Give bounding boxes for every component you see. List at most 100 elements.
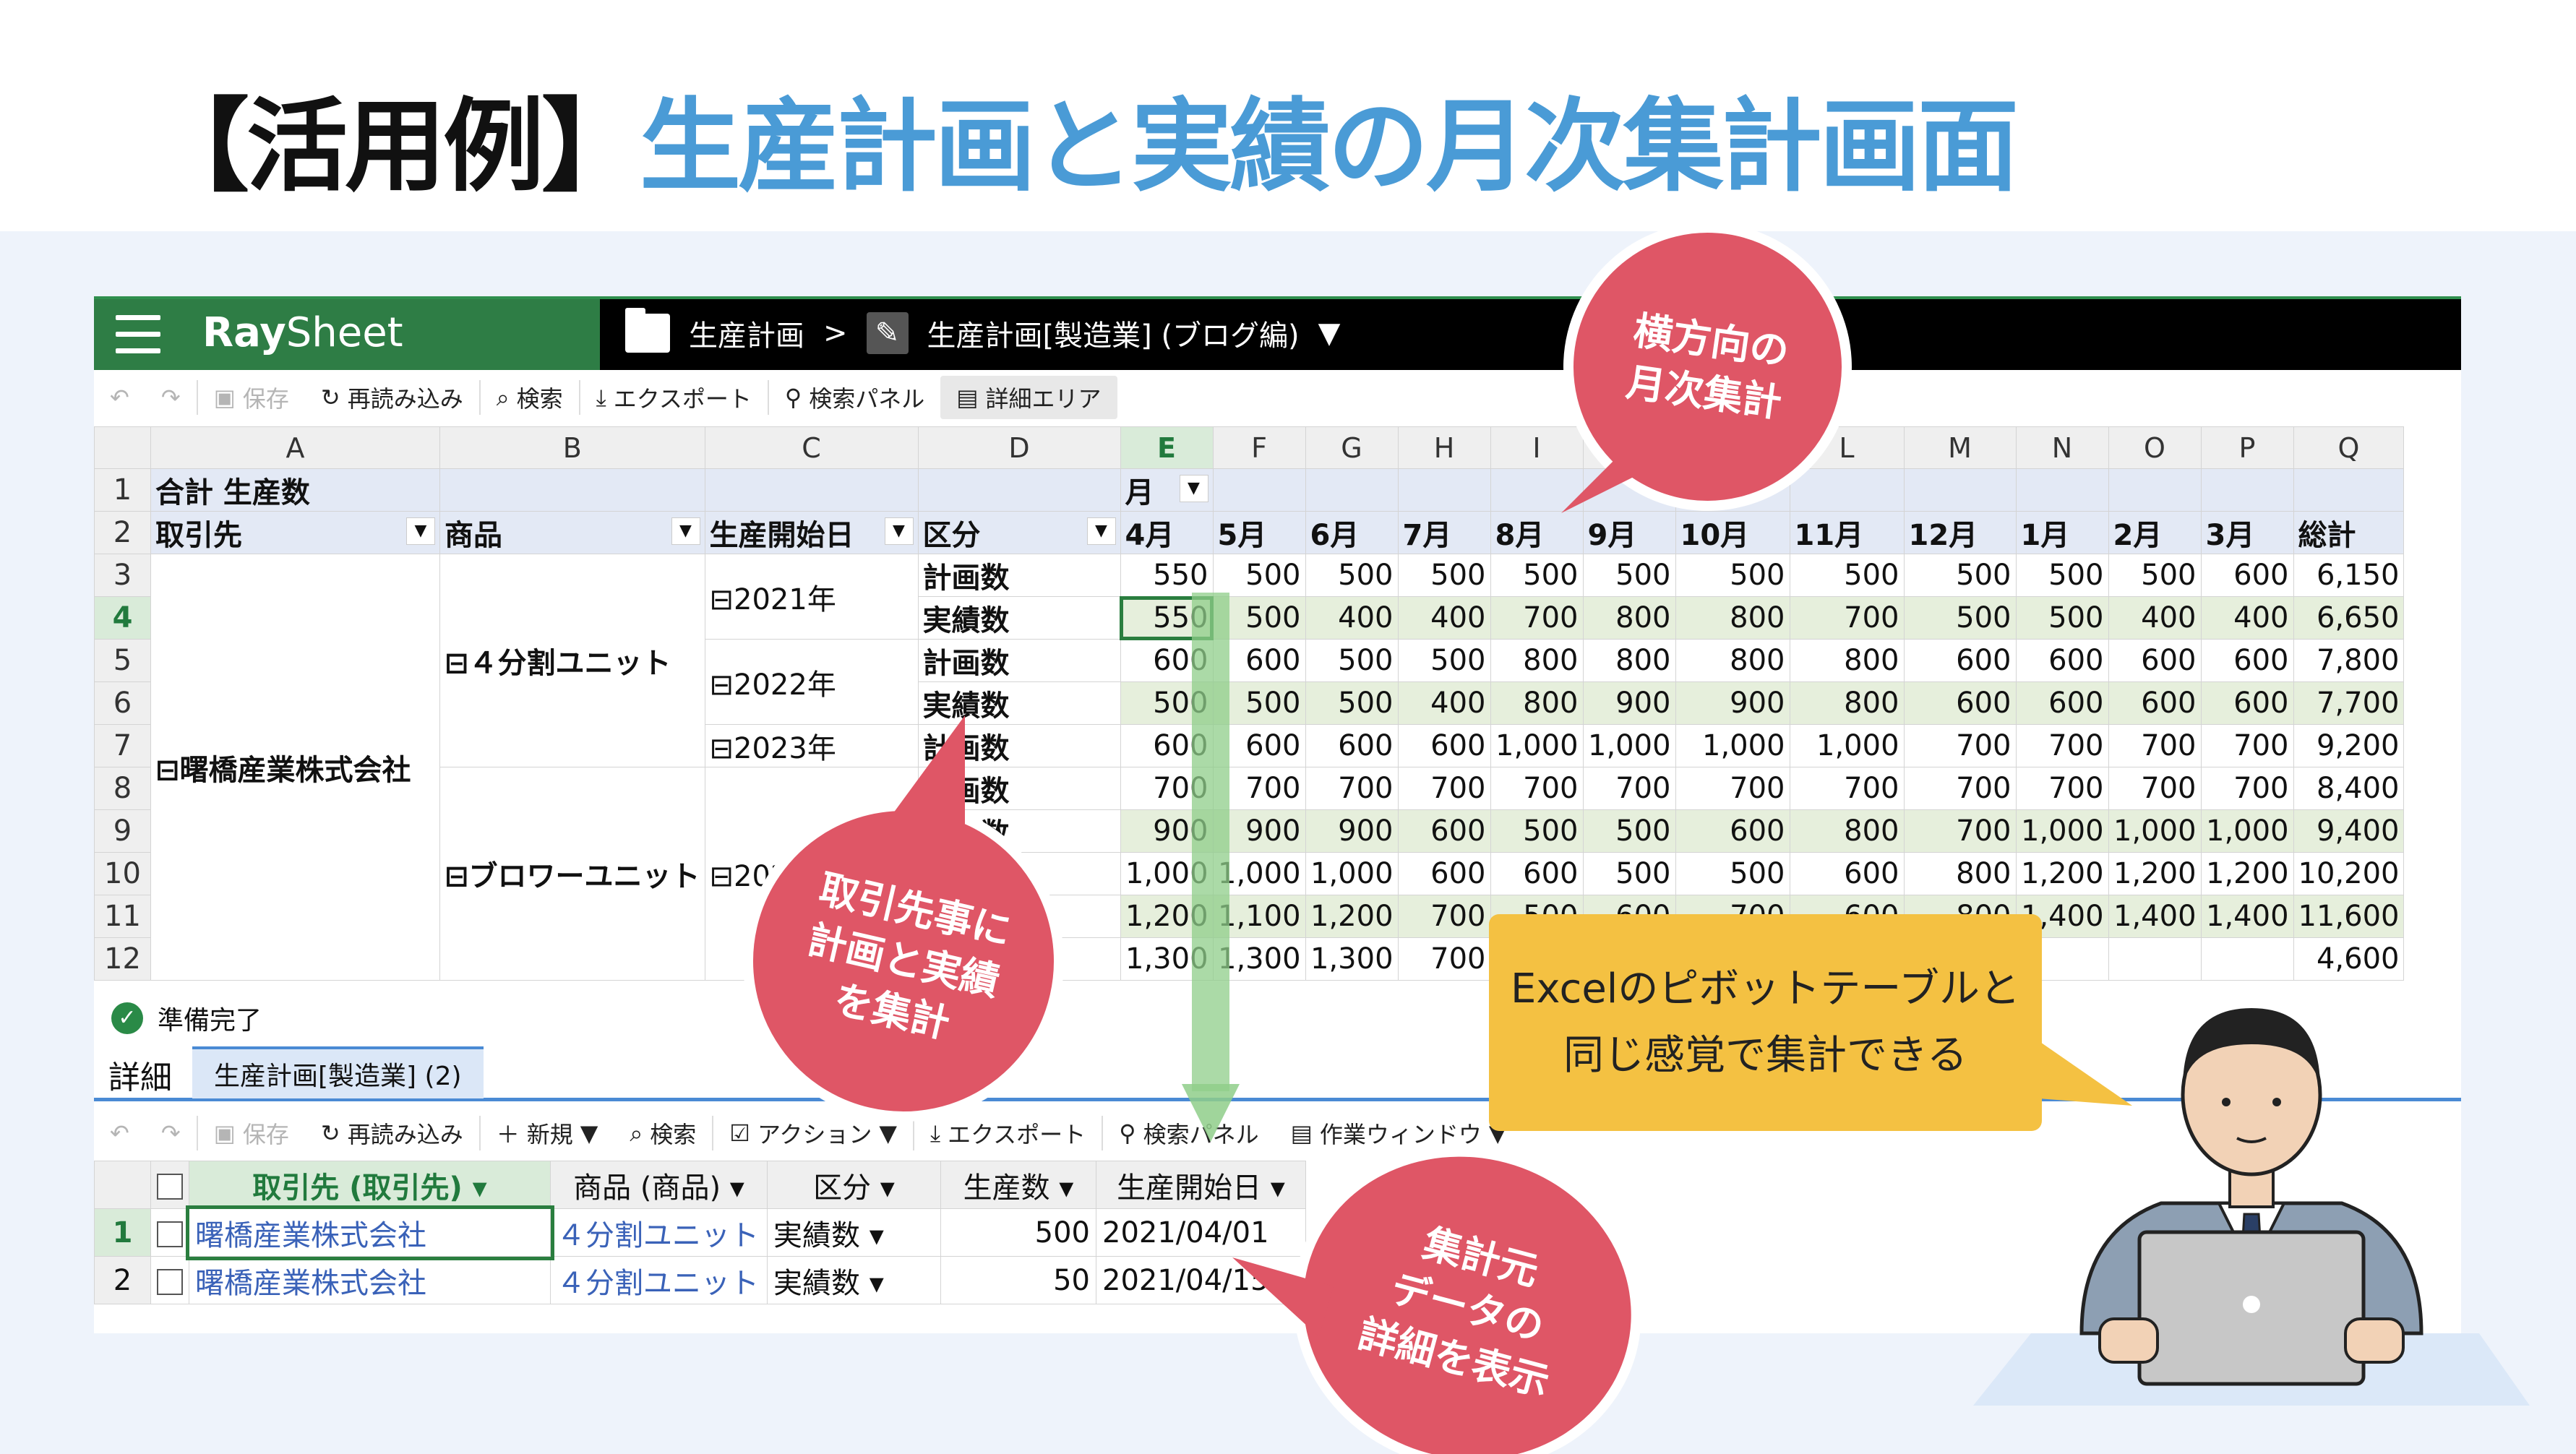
row-header[interactable]: 8: [94, 767, 151, 810]
start-date-cell[interactable]: 2021/04/01: [1096, 1208, 1306, 1257]
grid-cell[interactable]: [2200, 468, 2294, 512]
chevron-down-icon[interactable]: ▾: [721, 1171, 744, 1205]
year-cell[interactable]: ⊟2021年: [704, 554, 919, 640]
pivot-column-field[interactable]: 月 ▼: [1120, 468, 1214, 512]
value-cell[interactable]: 700: [1903, 724, 2017, 767]
value-cell[interactable]: 500: [2015, 554, 2109, 597]
value-cell[interactable]: 500: [1582, 809, 1676, 853]
dropdown-icon[interactable]: ▼: [1086, 517, 1116, 545]
value-cell[interactable]: 500: [1903, 596, 2017, 640]
column-header-N[interactable]: N: [2015, 426, 2109, 469]
search-button[interactable]: ⌕ 検索: [481, 376, 579, 419]
pivot-header[interactable]: 9月: [1582, 511, 1676, 554]
column-header-M[interactable]: M: [1903, 426, 2017, 469]
new-button[interactable]: ＋新規 ▼: [481, 1111, 614, 1155]
pivot-header[interactable]: 7月: [1397, 511, 1491, 554]
redo-button[interactable]: ↷: [145, 376, 197, 419]
pivot-grid[interactable]: ABCDEFGHIJKLMNOPQ1合計 生産数月▼2取引先▼商品▼生産開始日▼…: [94, 426, 2461, 983]
collapse-icon[interactable]: ⊟: [445, 647, 469, 680]
value-cell[interactable]: 700: [2200, 724, 2294, 767]
dropdown-icon[interactable]: ▼: [406, 517, 435, 545]
value-cell[interactable]: 700: [2108, 724, 2202, 767]
row-header[interactable]: 1: [94, 468, 151, 512]
select-all-cell[interactable]: [150, 1161, 189, 1209]
value-cell[interactable]: 500: [1675, 852, 1790, 895]
value-cell[interactable]: 700: [1397, 767, 1491, 810]
value-cell[interactable]: 500: [1490, 554, 1584, 597]
value-cell[interactable]: 500: [1397, 554, 1491, 597]
detail-table[interactable]: 取引先 (取引先) ▾ 商品 (商品) ▾ 区分 ▾ 生産数 ▾ 生産開始日 ▾ 1 曙橋産…: [94, 1161, 1306, 1304]
value-cell[interactable]: 700: [1903, 809, 2017, 853]
value-cell[interactable]: 600: [1305, 724, 1399, 767]
value-cell[interactable]: 600: [2015, 681, 2109, 725]
value-cell[interactable]: 600: [2200, 681, 2294, 725]
dropdown-icon[interactable]: ▼: [671, 517, 700, 545]
column-header[interactable]: 区分 ▾: [767, 1161, 941, 1209]
value-cell[interactable]: 500: [1305, 639, 1399, 682]
column-header-P[interactable]: P: [2200, 426, 2294, 469]
value-cell[interactable]: 900: [1582, 681, 1676, 725]
value-cell[interactable]: 500: [1490, 809, 1584, 853]
sheet-switch-caret-icon[interactable]: ▼: [1318, 317, 1341, 350]
value-cell[interactable]: 800: [1789, 681, 1905, 725]
value-cell[interactable]: 800: [1582, 639, 1676, 682]
total-cell[interactable]: 6,650: [2293, 596, 2405, 640]
export-button[interactable]: ⤓ エクスポート: [914, 1111, 1102, 1155]
value-cell[interactable]: 600: [1903, 639, 2017, 682]
value-cell[interactable]: 600: [2200, 639, 2294, 682]
value-cell[interactable]: 600: [1675, 809, 1790, 853]
value-cell[interactable]: 500: [1397, 639, 1491, 682]
value-cell[interactable]: 700: [1397, 895, 1491, 938]
value-cell[interactable]: 1,000: [2015, 809, 2109, 853]
row-header[interactable]: 10: [94, 852, 151, 895]
value-cell[interactable]: 500: [2015, 596, 2109, 640]
grid-cell[interactable]: [2108, 468, 2202, 512]
chevron-down-icon[interactable]: ▾: [1261, 1171, 1285, 1205]
value-cell[interactable]: 500: [1675, 554, 1790, 597]
value-cell[interactable]: 500: [1903, 554, 2017, 597]
value-cell[interactable]: 700: [1582, 767, 1676, 810]
category-select[interactable]: 実績数 ▾: [767, 1208, 941, 1257]
pivot-header[interactable]: 8月: [1490, 511, 1584, 554]
breadcrumb-item-sheet[interactable]: 生産計画[製造業] (ブログ編): [927, 312, 1300, 354]
work-window-button[interactable]: ▤ 作業ウィンドウ ▼: [1275, 1111, 1523, 1155]
detail-area-button[interactable]: ▤ 詳細エリア: [940, 376, 1117, 419]
value-cell[interactable]: 800: [1490, 639, 1584, 682]
chevron-down-icon[interactable]: ▾: [871, 1171, 895, 1205]
pivot-header[interactable]: 取引先 ▼: [150, 511, 440, 554]
value-cell[interactable]: 1,000: [1305, 852, 1399, 895]
pivot-header[interactable]: 6月: [1305, 511, 1399, 554]
value-cell[interactable]: 600: [1903, 681, 2017, 725]
total-cell[interactable]: 10,200: [2293, 852, 2405, 895]
pivot-header[interactable]: 商品 ▼: [439, 511, 705, 554]
column-header-A[interactable]: A: [150, 426, 440, 469]
value-cell[interactable]: 700: [2200, 767, 2294, 810]
value-cell[interactable]: 700: [1789, 767, 1905, 810]
grid-cell[interactable]: [704, 468, 919, 512]
undo-button[interactable]: ↶: [94, 1111, 145, 1155]
column-header-D[interactable]: D: [917, 426, 1121, 469]
quantity-cell[interactable]: 500: [940, 1208, 1096, 1257]
category-cell[interactable]: 実績数: [917, 596, 1121, 640]
collapse-icon[interactable]: ⊟: [710, 668, 734, 702]
chevron-down-icon[interactable]: ▾: [463, 1171, 487, 1205]
pivot-header[interactable]: 2月: [2108, 511, 2202, 554]
breadcrumb-item-plan[interactable]: 生産計画: [689, 312, 804, 354]
corner-cell[interactable]: [94, 1161, 151, 1209]
value-cell[interactable]: 600: [1789, 852, 1905, 895]
value-cell[interactable]: 550: [1120, 554, 1214, 597]
column-header-C[interactable]: C: [704, 426, 919, 469]
total-cell[interactable]: 7,800: [2293, 639, 2405, 682]
value-cell[interactable]: 500: [1212, 554, 1306, 597]
dropdown-icon[interactable]: ▼: [1179, 475, 1208, 502]
hamburger-menu-icon[interactable]: [116, 315, 160, 354]
grid-cell[interactable]: [2293, 468, 2405, 512]
customer-link[interactable]: 曙橋産業株式会社: [189, 1256, 551, 1304]
value-cell[interactable]: 800: [1490, 681, 1584, 725]
value-cell[interactable]: 1,200: [2200, 852, 2294, 895]
value-cell[interactable]: 1,200: [2015, 852, 2109, 895]
value-cell[interactable]: 600: [1397, 809, 1491, 853]
pivot-header[interactable]: 区分 ▼: [917, 511, 1121, 554]
column-header-Q[interactable]: Q: [2293, 426, 2405, 469]
value-cell[interactable]: 800: [1903, 852, 2017, 895]
